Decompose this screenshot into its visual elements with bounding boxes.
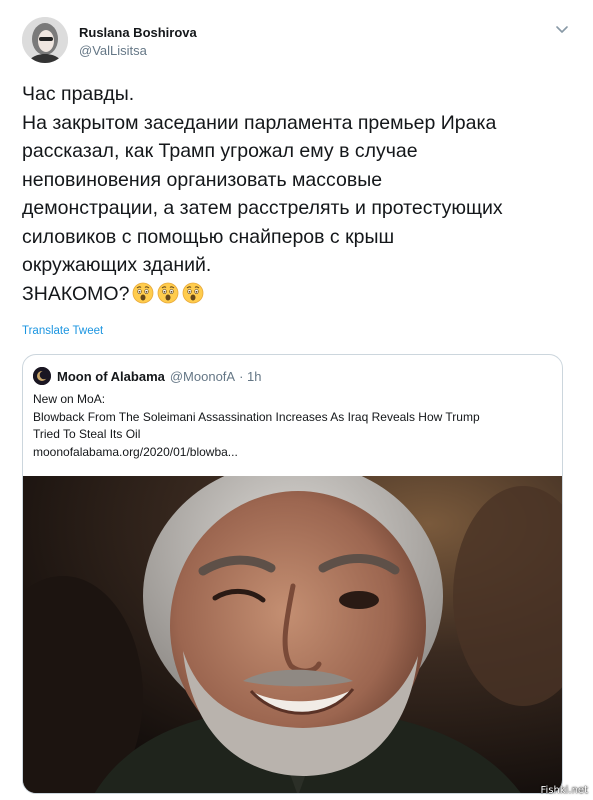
astonished-face-emoji	[133, 282, 154, 303]
quoted-line: Blowback From The Soleimani Assassinatio…	[33, 409, 480, 424]
author-avatar[interactable]	[22, 17, 68, 63]
translate-tweet-link[interactable]: Translate Tweet	[22, 325, 103, 337]
tweet-header: Ruslana Boshirova @ValLisitsa	[22, 17, 571, 63]
quoted-text: New on MoA: Blowback From The Soleimani …	[33, 391, 553, 461]
quoted-tweet[interactable]: Moon of Alabama @MoonofA · 1h New on MoA…	[22, 354, 563, 794]
astonished-face-emoji	[183, 282, 204, 303]
tweet-line: демонстрации, а затем расстрелять и прот…	[22, 197, 503, 219]
quoted-line: Tried To Steal Its Oil	[33, 427, 141, 441]
tweet-line: ЗНАКОМО?	[22, 282, 130, 305]
fishki-watermark: Fishki.net	[540, 785, 588, 796]
chevron-down-icon[interactable]	[553, 23, 571, 37]
quoted-timestamp[interactable]: · 1h	[239, 369, 261, 384]
quoted-header: Moon of Alabama @MoonofA · 1h	[33, 366, 262, 386]
tweet-card: Ruslana Boshirova @ValLisitsa Час правды…	[0, 0, 593, 800]
author-handle[interactable]: @ValLisitsa	[79, 43, 147, 58]
author-name[interactable]: Ruslana Boshirova	[79, 25, 197, 40]
emoji-group	[129, 282, 204, 305]
avatar-image	[22, 17, 68, 63]
tweet-last-line: ЗНАКОМО?	[22, 280, 577, 309]
tweet-line: На закрытом заседании парламента премьер…	[22, 111, 497, 134]
tweet-line: окружающих зданий.	[22, 254, 212, 276]
quoted-media-photo[interactable]	[23, 476, 562, 793]
quoted-avatar[interactable]	[33, 367, 51, 385]
quoted-author-name[interactable]: Moon of Alabama	[57, 369, 165, 384]
tweet-line: неповиновения организовать массовые	[22, 168, 383, 191]
portrait-image	[23, 476, 562, 793]
moon-logo-icon	[33, 367, 51, 385]
tweet-line: рассказал, как Трамп угрожал ему в случа…	[22, 140, 418, 162]
tweet-text: Час правды. На закрытом заседании парлам…	[22, 80, 577, 308]
quoted-line: New on MoA:	[33, 392, 106, 406]
quoted-author-handle[interactable]: @MoonofA	[170, 369, 235, 384]
astonished-face-emoji	[158, 282, 179, 303]
tweet-line: Час правды.	[22, 83, 135, 105]
quoted-link[interactable]: moonofalabama.org/2020/01/blowba...	[33, 444, 553, 462]
tweet-line: силовиков с помощью снайперов с крыш	[22, 225, 395, 248]
